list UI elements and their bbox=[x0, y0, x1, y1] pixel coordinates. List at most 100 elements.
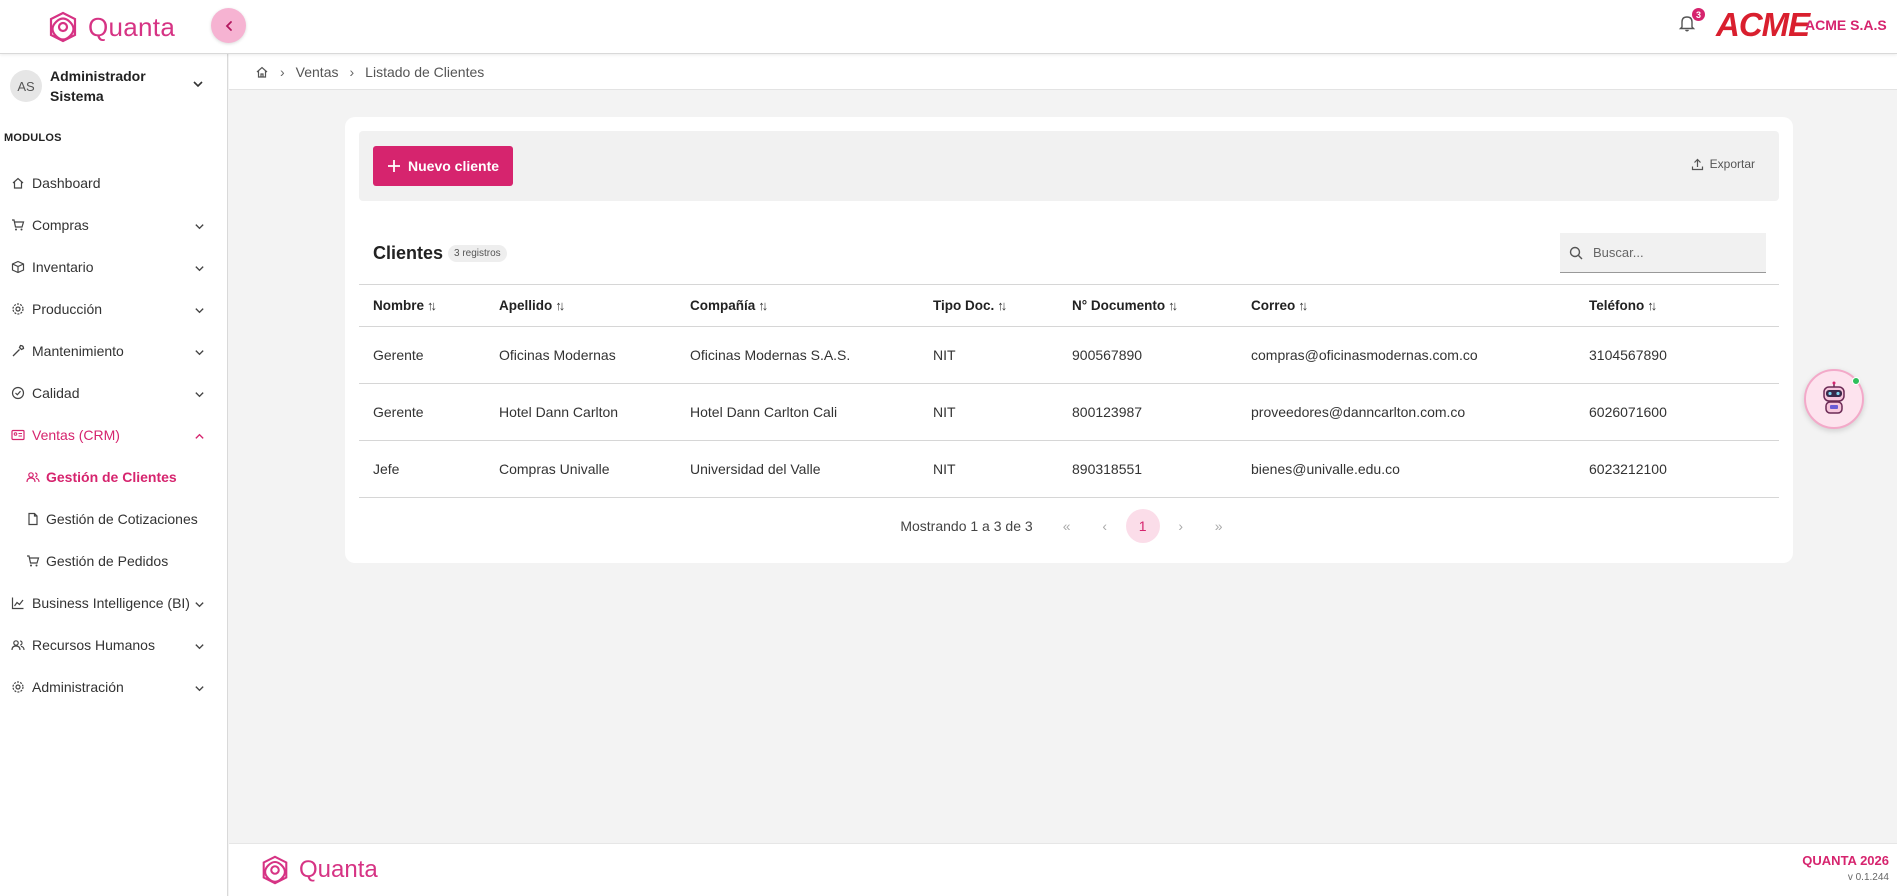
sidebar-item-inventario[interactable]: Inventario bbox=[0, 246, 228, 288]
pagination-info: Mostrando 1 a 3 de 3 bbox=[900, 518, 1033, 534]
collapse-sidebar-button[interactable] bbox=[211, 8, 246, 43]
table-cell: NIT bbox=[919, 326, 1058, 384]
column-header[interactable]: N° Documento ↑↓ bbox=[1058, 284, 1237, 327]
notifications-button[interactable]: 3 bbox=[1678, 8, 1705, 36]
table-row[interactable]: Gerente Oficinas Modernas Oficinas Moderna… bbox=[359, 326, 1779, 384]
table-cell: Gerente bbox=[359, 326, 485, 384]
column-header[interactable]: Teléfono ↑↓ bbox=[1575, 284, 1779, 327]
table-title: Clientes bbox=[373, 243, 444, 263]
column-header[interactable]: Tipo Doc. ↑↓ bbox=[919, 284, 1058, 327]
sidebar-item-produccion[interactable]: Producción bbox=[0, 288, 228, 330]
home-icon bbox=[11, 176, 25, 190]
home-icon[interactable] bbox=[255, 65, 269, 79]
chevron-down-icon bbox=[194, 219, 205, 235]
chevron-up-icon bbox=[194, 429, 205, 445]
avatar: AS bbox=[10, 70, 42, 102]
sidebar-item-recursos-humanos[interactable]: Recursos Humanos bbox=[0, 624, 228, 666]
column-header[interactable]: Compañía ↑↓ bbox=[676, 284, 919, 327]
user-menu[interactable]: AS Administrador Sistema bbox=[10, 64, 210, 108]
page-1-button[interactable]: 1 bbox=[1125, 509, 1160, 543]
table-cell: proveedores@danncarlton.com.co bbox=[1237, 383, 1575, 441]
footer-logo: Quanta bbox=[259, 854, 378, 886]
app-logo[interactable]: Quanta bbox=[46, 10, 175, 44]
column-header[interactable]: Apellido ↑↓ bbox=[485, 284, 676, 327]
new-client-label: Nuevo cliente bbox=[408, 158, 500, 174]
cart-icon bbox=[11, 218, 25, 232]
top-bar: Quanta 3 ACME ACME S.A.S bbox=[0, 0, 1897, 54]
sidebar-item-administracion[interactable]: Administración bbox=[0, 666, 228, 708]
column-header[interactable]: Correo ↑↓ bbox=[1237, 284, 1575, 327]
footer-brand: Quanta bbox=[299, 856, 378, 883]
clients-table: Nombre ↑↓ Apellido ↑↓ Compañía ↑↓ Tipo Doc. ↑↓ N… bbox=[359, 284, 1779, 498]
new-client-button[interactable]: Nuevo cliente bbox=[373, 146, 514, 186]
sort-icon[interactable]: ↑↓ bbox=[758, 298, 768, 313]
breadcrumb-separator: › bbox=[349, 63, 355, 80]
assistant-chat-button[interactable] bbox=[1804, 369, 1864, 429]
sidebar-item-ventas-crm[interactable]: Ventas (CRM) bbox=[0, 414, 228, 456]
company-name: ACME S.A.S bbox=[1805, 17, 1887, 33]
sidebar-item-label: Dashboard bbox=[32, 175, 101, 191]
chevron-down-icon bbox=[194, 681, 205, 697]
sidebar-item-label: Mantenimiento bbox=[32, 343, 124, 359]
sort-icon[interactable]: ↑↓ bbox=[1647, 298, 1657, 313]
company-logo: ACME bbox=[1716, 6, 1810, 43]
sidebar-item-compras[interactable]: Compras bbox=[0, 204, 228, 246]
search-input[interactable] bbox=[1593, 245, 1753, 260]
sort-icon[interactable]: ↑↓ bbox=[427, 298, 437, 313]
table-cell: Hotel Dann Carlton bbox=[485, 383, 676, 441]
records-count-badge: 3 registros bbox=[448, 245, 507, 262]
column-header-label: Apellido bbox=[499, 298, 553, 313]
chevron-down-icon bbox=[194, 597, 205, 613]
table-cell: Gerente bbox=[359, 383, 485, 441]
last-page-button[interactable]: » bbox=[1200, 509, 1238, 543]
sidebar-item-label: Ventas (CRM) bbox=[32, 427, 120, 443]
upload-icon bbox=[1691, 158, 1703, 170]
sidebar-item-mantenimiento[interactable]: Mantenimiento bbox=[0, 330, 228, 372]
sidebar-item-label: Recursos Humanos bbox=[32, 637, 155, 653]
chevron-down-icon bbox=[194, 303, 205, 319]
column-header-label: Teléfono bbox=[1589, 298, 1645, 313]
cart-icon bbox=[26, 554, 40, 568]
next-page-button[interactable]: › bbox=[1162, 509, 1200, 543]
table-cell: Hotel Dann Carlton Cali bbox=[676, 383, 919, 441]
sidebar-item-label: Gestión de Pedidos bbox=[46, 553, 169, 569]
sort-icon[interactable]: ↑↓ bbox=[1168, 298, 1178, 313]
chevron-left-icon bbox=[225, 20, 232, 31]
table-body: Gerente Oficinas Modernas Oficinas Moderna… bbox=[359, 326, 1779, 498]
chevron-down-icon bbox=[194, 261, 205, 277]
table-cell: Oficinas Modernas S.A.S. bbox=[676, 326, 919, 384]
column-header-label: Tipo Doc. bbox=[933, 298, 995, 313]
quanta-logo-icon bbox=[262, 855, 288, 885]
sidebar-item-label: Compras bbox=[32, 217, 89, 233]
table-row[interactable]: Gerente Hotel Dann Carlton Hotel Dann Carl… bbox=[359, 383, 1779, 441]
sort-icon[interactable]: ↑↓ bbox=[555, 298, 565, 313]
box-icon bbox=[11, 260, 25, 274]
sort-icon[interactable]: ↑↓ bbox=[997, 298, 1007, 313]
export-button[interactable]: Exportar bbox=[1691, 157, 1755, 171]
sidebar-item-business-intelligence-bi[interactable]: Business Intelligence (BI) bbox=[0, 582, 228, 624]
breadcrumb-item-current: Listado de Clientes bbox=[365, 63, 485, 80]
sidebar-item-gestion-de-pedidos[interactable]: Gestión de Pedidos bbox=[0, 540, 228, 582]
column-header[interactable]: Nombre ↑↓ bbox=[359, 284, 485, 327]
sidebar-item-label: Gestión de Cotizaciones bbox=[46, 511, 198, 527]
table-cell: NIT bbox=[919, 383, 1058, 441]
sort-icon[interactable]: ↑↓ bbox=[1298, 298, 1308, 313]
sidebar-item-dashboard[interactable]: Dashboard bbox=[0, 162, 228, 204]
notification-badge: 3 bbox=[1692, 8, 1705, 21]
first-page-button[interactable]: « bbox=[1048, 509, 1086, 543]
table-cell: Compras Univalle bbox=[485, 440, 676, 498]
robot-assistant-icon bbox=[1823, 381, 1845, 414]
footer: Quanta QUANTA 2026 v 0.1.244 bbox=[229, 843, 1897, 896]
breadcrumb-item-ventas[interactable]: Ventas bbox=[296, 64, 339, 80]
table-row[interactable]: Jefe Compras Univalle Universidad del Vall… bbox=[359, 440, 1779, 498]
sidebar-item-gestion-de-cotizaciones[interactable]: Gestión de Cotizaciones bbox=[0, 498, 228, 540]
sidebar-item-calidad[interactable]: Calidad bbox=[0, 372, 228, 414]
table-cell: Jefe bbox=[359, 440, 485, 498]
footer-info: QUANTA 2026 v 0.1.244 bbox=[1802, 853, 1889, 883]
prev-page-button[interactable]: ‹ bbox=[1086, 509, 1124, 543]
table-cell: 800123987 bbox=[1058, 383, 1237, 441]
sidebar-item-label: Administración bbox=[32, 679, 124, 695]
footer-year: QUANTA 2026 bbox=[1802, 853, 1889, 868]
table-cell: compras@oficinasmodernas.com.co bbox=[1237, 326, 1575, 384]
sidebar-item-gestion-de-clientes[interactable]: Gestión de Clientes bbox=[0, 456, 228, 498]
